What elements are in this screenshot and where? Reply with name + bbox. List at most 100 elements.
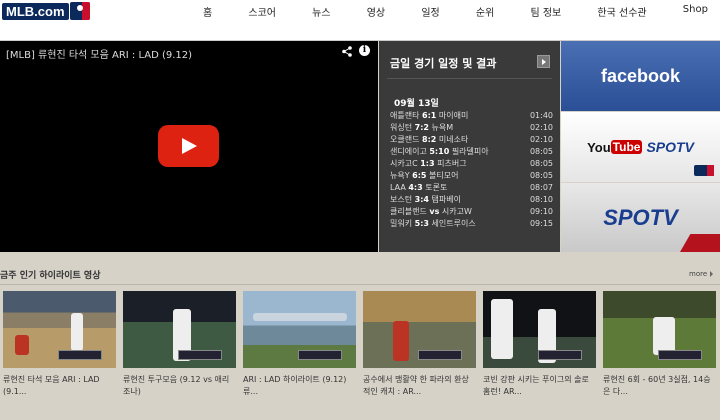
city-skyline bbox=[253, 313, 347, 321]
away-team: 뉴욕Y bbox=[390, 171, 410, 180]
schedule-divider bbox=[387, 78, 552, 79]
game-row[interactable]: 밀워키 5:3 세인트루이스 09:15 bbox=[390, 218, 553, 230]
home-team: 탬파베이 bbox=[431, 195, 461, 204]
game-time: 02:10 bbox=[529, 135, 553, 144]
top-navigation: MLB.com 홈 스코어 뉴스 영상 일정 순위 팀 정보 한국 선수관 Sh… bbox=[0, 0, 720, 41]
facebook-banner[interactable]: facebook bbox=[561, 41, 720, 111]
home-team: 시카고W bbox=[441, 207, 472, 216]
game-time: 01:40 bbox=[529, 111, 553, 120]
game-score: 1:3 bbox=[420, 159, 435, 168]
nav-item-video[interactable]: 영상 bbox=[359, 4, 393, 19]
share-icon[interactable] bbox=[342, 46, 352, 57]
game-row[interactable]: LAA 4:3 토론토 08:07 bbox=[390, 182, 553, 194]
nav-item-standings[interactable]: 순위 bbox=[468, 4, 502, 19]
highlight-caption[interactable]: 류현진 타석 모음 ARI : LAD (9.1... bbox=[3, 374, 116, 398]
game-score: 8:2 bbox=[422, 135, 437, 144]
home-team: 미네소타 bbox=[438, 135, 469, 144]
game-time: 08:05 bbox=[529, 147, 553, 156]
game-row[interactable]: 애틀랜타 6:1 마이애미 01:40 bbox=[390, 110, 553, 122]
highlight-thumbnail[interactable] bbox=[363, 291, 476, 368]
game-time: 08:05 bbox=[529, 159, 553, 168]
away-team: 클리블랜드 bbox=[390, 207, 427, 216]
fielder-figure bbox=[393, 321, 409, 361]
game-time: 09:10 bbox=[529, 207, 553, 216]
score-bug bbox=[178, 350, 222, 360]
game-row[interactable]: 샌디에이고 5:10 필라델피아 08:05 bbox=[390, 146, 553, 158]
game-row[interactable]: 클리블랜드 vs 시카고W 09:10 bbox=[390, 206, 553, 218]
home-team: 세인트루이스 bbox=[431, 219, 476, 228]
score-bug bbox=[418, 350, 462, 360]
nav-item-korean-players[interactable]: 한국 선수관 bbox=[589, 4, 654, 19]
game-row[interactable]: 시카고C 1:3 피츠버그 08:05 bbox=[390, 158, 553, 170]
highlight-thumbnail[interactable] bbox=[483, 291, 596, 368]
highlights-title: 금주 인기 하이라이트 영상 bbox=[0, 271, 101, 281]
nav-item-schedule[interactable]: 일정 bbox=[413, 4, 447, 19]
facebook-logo-text: facebook bbox=[600, 65, 681, 86]
nav-item-shop[interactable]: Shop bbox=[675, 4, 716, 19]
away-team: 보스턴 bbox=[390, 195, 413, 204]
game-score: 5:10 bbox=[429, 147, 450, 156]
game-schedule-panel: 금일 경기 일정 및 결과 09월 13일 애틀랜타 6:1 마이애미 01:40… bbox=[379, 41, 560, 252]
spotv-big-logo-text: SPOTV bbox=[603, 204, 678, 230]
schedule-next-arrow-icon[interactable] bbox=[537, 55, 550, 68]
main-menu: 홈 스코어 뉴스 영상 일정 순위 팀 정보 한국 선수관 Shop bbox=[195, 4, 720, 19]
batter-figure bbox=[71, 313, 83, 351]
game-score: vs bbox=[429, 207, 440, 216]
home-team: 볼티모어 bbox=[429, 171, 459, 180]
game-score: 5:3 bbox=[414, 219, 429, 228]
game-row[interactable]: 워싱턴 7:2 뉴욕M 02:10 bbox=[390, 122, 553, 134]
nav-item-scores[interactable]: 스코어 bbox=[240, 4, 284, 19]
highlight-item[interactable]: 류현진 투구모음 (9.12 vs 애리조나) bbox=[123, 291, 236, 398]
schedule-title: 금일 경기 일정 및 결과 bbox=[390, 57, 497, 70]
score-bug bbox=[538, 350, 582, 360]
highlight-thumbnail[interactable] bbox=[243, 291, 356, 368]
highlight-thumbnail[interactable] bbox=[603, 291, 716, 368]
mlb-logo[interactable]: MLB.com bbox=[2, 2, 90, 20]
highlight-thumbnail[interactable] bbox=[123, 291, 236, 368]
play-button[interactable] bbox=[158, 125, 219, 167]
away-team: 애틀랜타 bbox=[390, 111, 420, 120]
highlight-item[interactable]: ARI : LAD 하이라이트 (9.12) 류... bbox=[243, 291, 356, 398]
highlight-thumbnail[interactable] bbox=[3, 291, 116, 368]
game-row[interactable]: 보스턴 3:4 탬파베이 08:10 bbox=[390, 194, 553, 206]
video-player[interactable]: [MLB] 류현진 타석 모음 ARI : LAD (9.12) i bbox=[0, 41, 378, 252]
highlight-item[interactable]: 류현진 6회 - 60년 3실점, 14승은 다... bbox=[603, 291, 716, 398]
highlight-item[interactable]: 공수에서 맹활약 한 파라의 환상적인 캐치 : AR... bbox=[363, 291, 476, 398]
youtube-you-text: You bbox=[587, 139, 611, 155]
highlight-item[interactable]: 코빈 강판 시키는 푸이그의 솔로 홈런! AR... bbox=[483, 291, 596, 398]
nav-item-team-info[interactable]: 팀 정보 bbox=[522, 4, 569, 19]
game-row[interactable]: 뉴욕Y 6:5 볼티모어 08:05 bbox=[390, 170, 553, 182]
nav-item-home[interactable]: 홈 bbox=[195, 4, 220, 19]
game-time: 02:10 bbox=[529, 123, 553, 132]
spotv-logo-text: SPOTV bbox=[646, 139, 694, 155]
info-icon[interactable]: i bbox=[359, 45, 370, 56]
away-team: 워싱턴 bbox=[390, 123, 413, 132]
home-team: 토론토 bbox=[425, 183, 448, 192]
catcher-figure bbox=[15, 335, 29, 355]
home-team: 마이애미 bbox=[438, 111, 469, 120]
more-link[interactable]: more bbox=[689, 270, 713, 278]
highlight-caption[interactable]: 류현진 투구모음 (9.12 vs 애리조나) bbox=[123, 374, 236, 398]
game-score: 6:1 bbox=[422, 111, 437, 120]
youtube-tube-text: Tube bbox=[610, 140, 643, 154]
game-time: 08:07 bbox=[529, 183, 553, 192]
highlight-caption[interactable]: ARI : LAD 하이라이트 (9.12) 류... bbox=[243, 374, 356, 398]
spotv-banner[interactable]: SPOTV bbox=[561, 183, 720, 252]
game-row[interactable]: 오클랜드 8:2 미네소타 02:10 bbox=[390, 134, 553, 146]
highlight-caption[interactable]: 코빈 강판 시키는 푸이그의 솔로 홈런! AR... bbox=[483, 374, 596, 398]
highlight-caption[interactable]: 공수에서 맹활약 한 파라의 환상적인 캐치 : AR... bbox=[363, 374, 476, 398]
game-score: 4:3 bbox=[408, 183, 423, 192]
nav-item-news[interactable]: 뉴스 bbox=[304, 4, 338, 19]
youtube-spotv-banner[interactable]: You Tube SPOTV bbox=[561, 112, 720, 182]
game-list: 애틀랜타 6:1 마이애미 01:40 워싱턴 7:2 뉴욕M 02:10 오클랜드… bbox=[390, 110, 553, 230]
highlight-item[interactable]: 류현진 타석 모음 ARI : LAD (9.1... bbox=[3, 291, 116, 398]
batter-logo-icon bbox=[69, 2, 90, 20]
home-team: 뉴욕M bbox=[431, 123, 454, 132]
mlb-mini-logo-icon bbox=[694, 165, 714, 176]
highlight-caption[interactable]: 류현진 6회 - 60년 3실점, 14승은 다... bbox=[603, 374, 716, 398]
score-bug bbox=[298, 350, 342, 360]
game-score: 6:5 bbox=[412, 171, 427, 180]
away-team: 밀워키 bbox=[390, 219, 413, 228]
video-title: [MLB] 류현진 타석 모음 ARI : LAD (9.12) bbox=[6, 50, 193, 61]
red-stripe-decoration bbox=[680, 234, 720, 252]
